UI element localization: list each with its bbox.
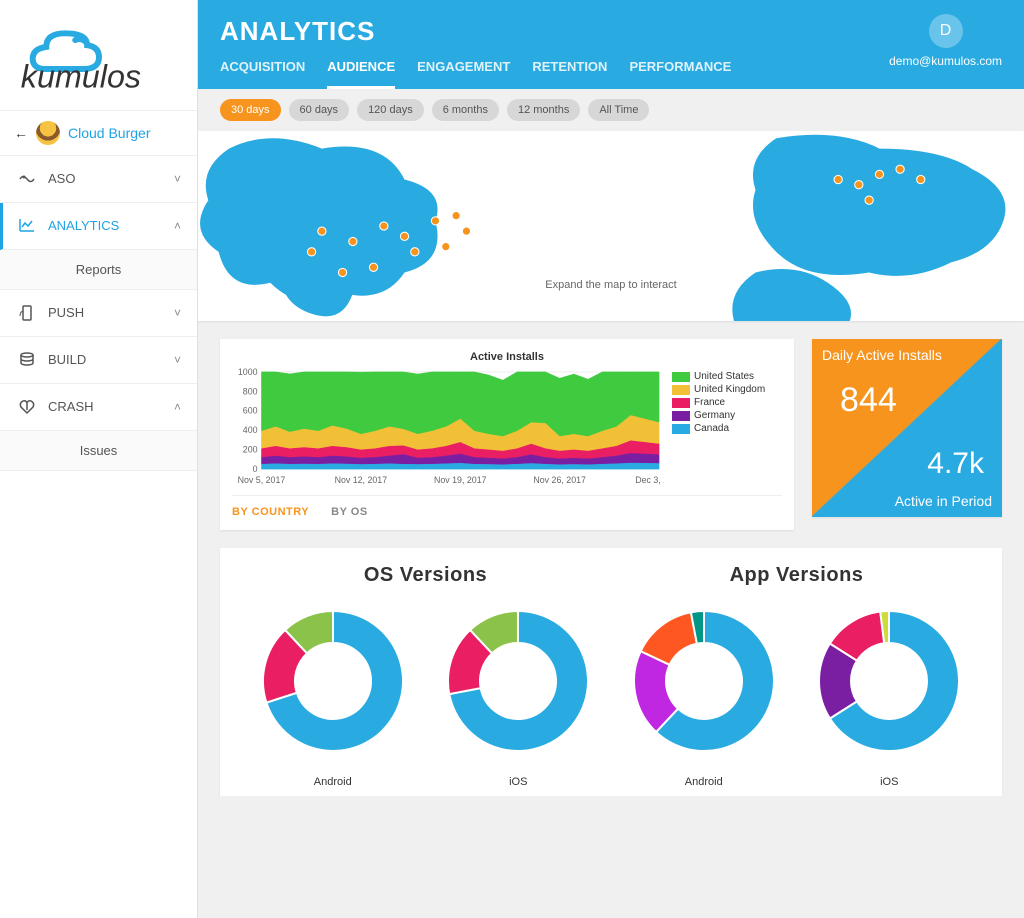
- sidebar-item-aso[interactable]: ASO ˅: [0, 156, 197, 203]
- active-installs-card: Active Installs 0 200 400 600 800 1000 Nov 5, …: [220, 339, 794, 530]
- legend-item: France: [672, 397, 782, 408]
- chevron-icon: ˄: [174, 219, 181, 233]
- avatar: D: [929, 14, 963, 48]
- nav-label: ASO: [48, 171, 75, 186]
- sidebar: kumulos ← Cloud Burger ASO ˅ ANALYTICS ˄ Rep…: [0, 0, 198, 918]
- build-icon: [16, 351, 38, 369]
- user-menu[interactable]: D demo@kumulos.com: [889, 14, 1002, 68]
- map-panel[interactable]: Expand the map to interact: [198, 131, 1024, 321]
- legend-item: United States: [672, 371, 782, 382]
- sidebar-item-push[interactable]: PUSH ˅: [0, 290, 197, 337]
- svg-text:Nov 19, 2017: Nov 19, 2017: [434, 475, 487, 485]
- analytics-icon: [16, 217, 38, 235]
- donut-label: Android: [611, 776, 797, 788]
- aso-icon: [16, 170, 38, 188]
- legend-item: Canada: [672, 423, 782, 434]
- svg-text:Nov 5, 2017: Nov 5, 2017: [238, 475, 286, 485]
- sidebar-subitem-issues[interactable]: Issues: [0, 431, 197, 471]
- svg-text:Dec 3, 2017: Dec 3, 2017: [635, 475, 664, 485]
- svg-text:400: 400: [243, 425, 258, 435]
- app-name: Cloud Burger: [68, 125, 151, 141]
- sidebar-item-analytics[interactable]: ANALYTICS ˄: [0, 203, 197, 250]
- kpi-card: Daily Active Installs 844 4.7k Active in…: [812, 339, 1002, 517]
- donut-group-title: App Versions: [611, 564, 982, 587]
- nav-label: BUILD: [48, 352, 86, 367]
- donut-label: iOS: [426, 776, 612, 788]
- time-filter-6-months[interactable]: 6 months: [432, 99, 499, 121]
- chart-legend: United States United Kingdom France Germany…: [672, 367, 782, 485]
- tab-engagement[interactable]: ENGAGEMENT: [417, 49, 510, 89]
- user-email: demo@kumulos.com: [889, 54, 1002, 68]
- svg-text:0: 0: [253, 464, 258, 474]
- kpi-value-2: 4.7k: [927, 447, 984, 481]
- chevron-icon: ˄: [174, 400, 181, 414]
- tab-audience[interactable]: AUDIENCE: [327, 49, 395, 89]
- svg-text:1000: 1000: [238, 367, 258, 377]
- sidebar-item-crash[interactable]: CRASH ˄: [0, 384, 197, 431]
- donut-group-title: OS Versions: [240, 564, 611, 587]
- svg-text:Nov 26, 2017: Nov 26, 2017: [533, 475, 586, 485]
- svg-text:kumulos: kumulos: [20, 59, 140, 95]
- sidebar-item-build[interactable]: BUILD ˅: [0, 337, 197, 384]
- card-tab-by-os[interactable]: BY OS: [331, 506, 368, 518]
- legend-item: Germany: [672, 410, 782, 421]
- time-filter-120-days[interactable]: 120 days: [357, 99, 424, 121]
- app-selector[interactable]: ← Cloud Burger: [0, 110, 197, 156]
- nav-label: PUSH: [48, 305, 84, 320]
- donut-os-versions-android: Android: [240, 601, 426, 788]
- card-tab-by-country[interactable]: BY COUNTRY: [232, 506, 309, 518]
- time-filter-all-time[interactable]: All Time: [588, 99, 649, 121]
- chevron-icon: ˅: [174, 172, 181, 186]
- page-title: ANALYTICS: [220, 16, 1002, 47]
- time-filter-60-days[interactable]: 60 days: [289, 99, 350, 121]
- donut-label: iOS: [797, 776, 983, 788]
- tab-acquisition[interactable]: ACQUISITION: [220, 49, 305, 89]
- svg-text:600: 600: [243, 406, 258, 416]
- brand-logo: kumulos: [0, 0, 197, 110]
- chevron-icon: ˅: [174, 306, 181, 320]
- kpi-label-1: Daily Active Installs: [822, 347, 942, 363]
- push-icon: [16, 304, 38, 322]
- svg-text:200: 200: [243, 445, 258, 455]
- back-icon: ←: [14, 125, 28, 141]
- chart-title: Active Installs: [232, 351, 782, 363]
- nav-label: ANALYTICS: [48, 218, 119, 233]
- time-filter-12-months[interactable]: 12 months: [507, 99, 580, 121]
- time-filter-pills: 30 days 60 days 120 days 6 months 12 months A…: [198, 89, 1024, 131]
- donut-os-versions-ios: iOS: [426, 601, 612, 788]
- active-installs-chart: 0 200 400 600 800 1000 Nov 5, 2017 Nov 12, 2017…: [232, 367, 664, 485]
- kpi-value-1: 844: [840, 381, 897, 420]
- crash-icon: [16, 398, 38, 416]
- map-hint: Expand the map to interact: [545, 279, 676, 291]
- donut-app-versions-android: Android: [611, 601, 797, 788]
- tab-retention[interactable]: RETENTION: [532, 49, 607, 89]
- svg-text:Nov 12, 2017: Nov 12, 2017: [335, 475, 388, 485]
- donuts-card: OS Versions App Versions AndroidiOSAndro…: [220, 548, 1002, 796]
- donut-label: Android: [240, 776, 426, 788]
- header: D demo@kumulos.com ANALYTICS ACQUISITION…: [198, 0, 1024, 89]
- donut-app-versions-ios: iOS: [797, 601, 983, 788]
- legend-item: United Kingdom: [672, 384, 782, 395]
- kpi-label-2: Active in Period: [895, 493, 992, 509]
- tab-performance[interactable]: PERFORMANCE: [629, 49, 731, 89]
- svg-text:800: 800: [243, 386, 258, 396]
- time-filter-30-days[interactable]: 30 days: [220, 99, 281, 121]
- sidebar-subitem-reports[interactable]: Reports: [0, 250, 197, 290]
- chevron-icon: ˅: [174, 353, 181, 367]
- card-tabs: BY COUNTRY BY OS: [232, 495, 782, 518]
- header-tabs: ACQUISITION AUDIENCE ENGAGEMENT RETENTION PE…: [220, 49, 1002, 89]
- app-icon: [36, 121, 60, 145]
- nav-label: CRASH: [48, 399, 94, 414]
